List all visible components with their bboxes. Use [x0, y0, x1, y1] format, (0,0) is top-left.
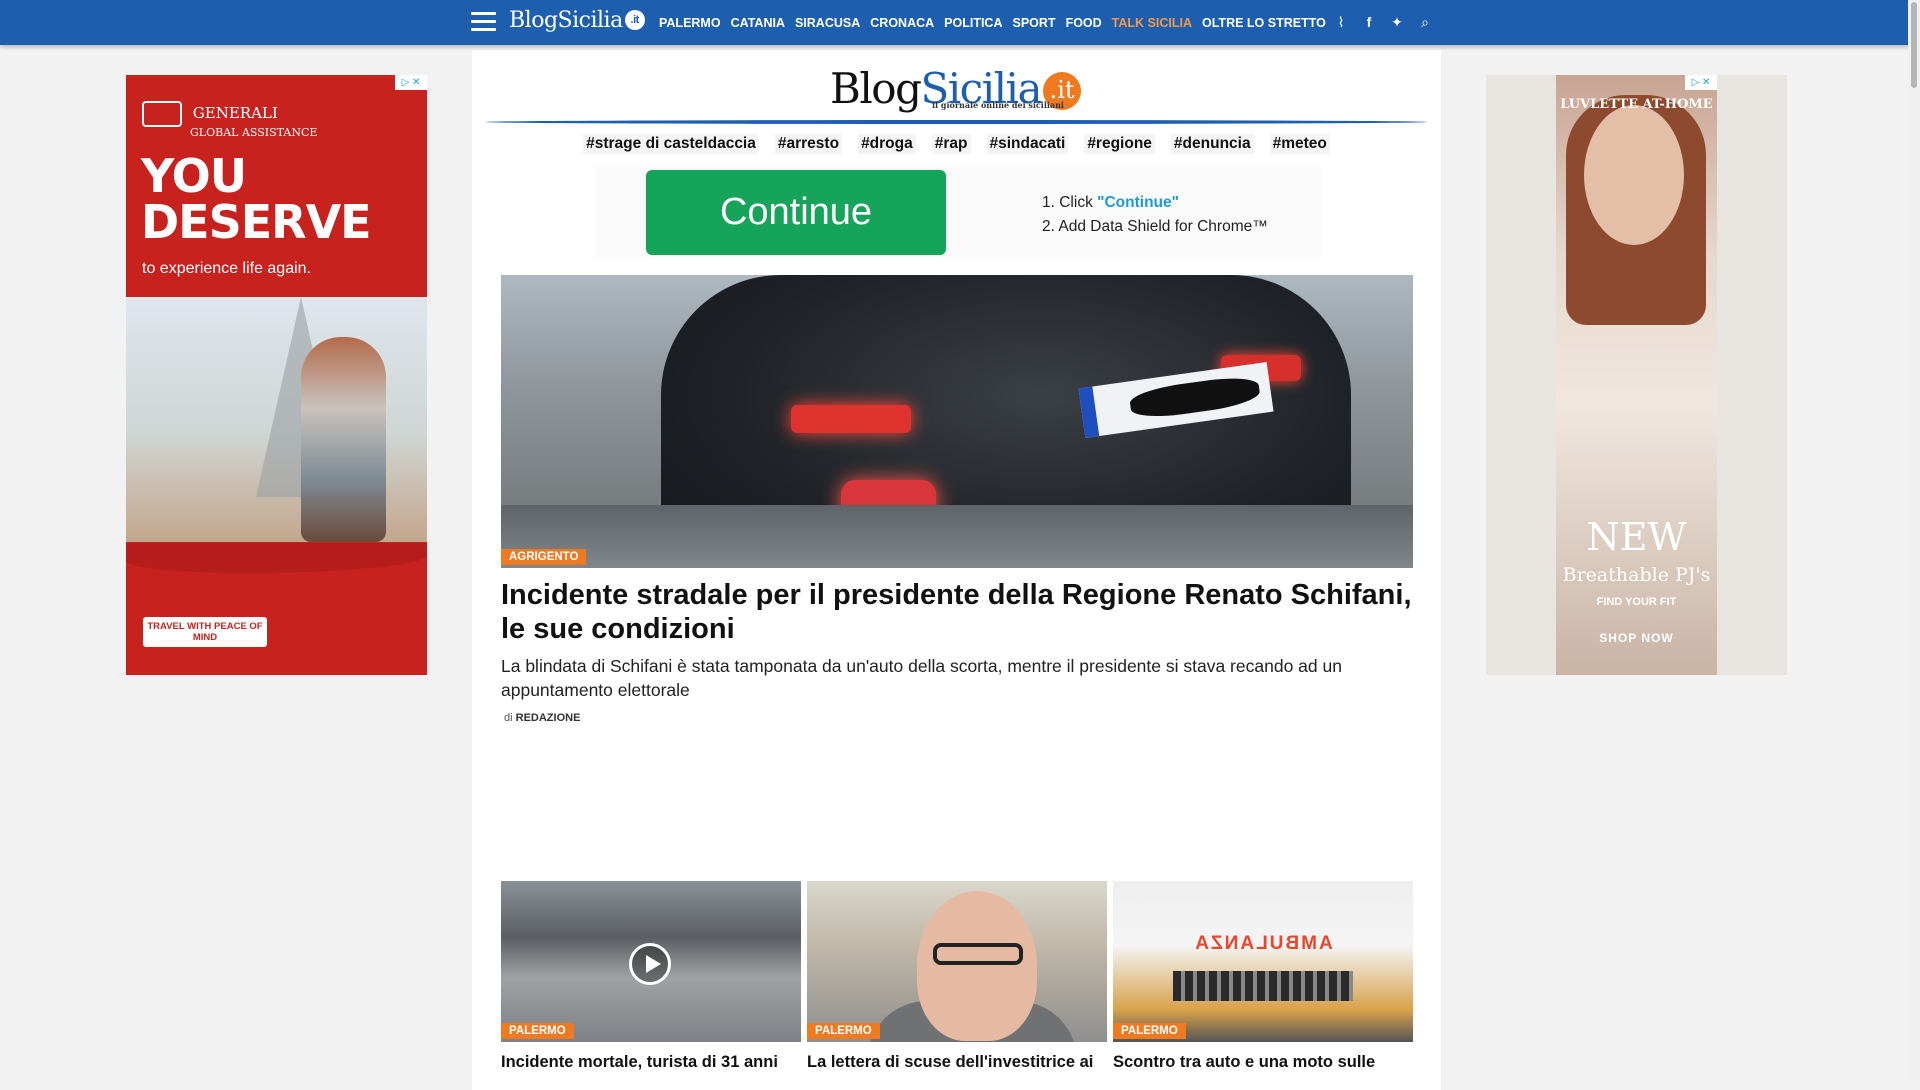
car-taillight-left	[791, 405, 911, 433]
ad-brand-logo: GENERALI GLOBAL ASSISTANCE	[142, 101, 317, 138]
menu-item-catania[interactable]: CATANIA	[731, 16, 785, 30]
ad-wave-shape	[126, 543, 427, 573]
tag-link[interactable]: #rap	[931, 134, 971, 154]
article-card[interactable]: PALERMO La lettera di scuse dell'investi…	[807, 881, 1107, 1072]
adchoices-icon[interactable]: ▷ ✕	[395, 75, 427, 90]
byline-author[interactable]: REDAZIONE	[516, 712, 581, 724]
ad-fit: FIND YOUR FIT	[1596, 596, 1677, 608]
ad-subline: to experience life again.	[142, 260, 311, 277]
ad-cta-button[interactable]: TRAVEL WITH PEACE OF MIND	[143, 617, 267, 647]
hero-lead: La blindata di Schifani è stata tamponat…	[501, 656, 1342, 700]
card-section-tag[interactable]: PALERMO	[501, 1023, 574, 1039]
menu-item-cronaca[interactable]: CRONACA	[870, 16, 934, 30]
banner-step-1: 1. Click "Continue"	[1042, 191, 1268, 215]
glasses-shape	[933, 943, 1023, 965]
ad-new-label: NEW	[1586, 515, 1687, 559]
hamburger-menu-icon[interactable]	[471, 12, 496, 32]
ad-shop-button[interactable]: SHOP NOW	[1556, 631, 1717, 645]
scrollbar-thumb[interactable]	[1911, 2, 1917, 88]
banner-steps: 1. Click "Continue" 2. Add Data Shield f…	[1042, 191, 1268, 239]
tag-link[interactable]: #droga	[858, 134, 916, 154]
hero-headline[interactable]: Incidente stradale per il presidente del…	[501, 578, 1413, 646]
couple-shape	[301, 337, 386, 542]
ad-panel: LUVLETTE AT-HOME NEW Breathable PJ's FIN…	[1556, 75, 1717, 675]
masthead-divider	[486, 120, 1427, 124]
generali-lion-icon	[142, 101, 182, 127]
step1-link[interactable]: "Continue"	[1097, 194, 1179, 211]
play-icon[interactable]	[629, 943, 671, 985]
man-face-shape	[917, 891, 1037, 1041]
menu-item-talk-sicilia[interactable]: TALK SICILIA	[1112, 16, 1192, 30]
menu-item-food[interactable]: FOOD	[1066, 16, 1102, 30]
card-section-tag[interactable]: PALERMO	[807, 1023, 880, 1039]
nav-logo[interactable]: BlogSicilia .it	[509, 8, 645, 33]
ambulance-text: AMBULANZA	[1193, 933, 1333, 954]
menu-item-siracusa[interactable]: SIRACUSA	[795, 16, 860, 30]
main-content: BlogSicilia .it il giornale online dei si…	[472, 50, 1441, 1090]
ad-photo-eiffel-couple	[126, 297, 427, 542]
road-shape	[501, 505, 1413, 568]
page-scrollbar[interactable]	[1908, 0, 1920, 1080]
tag-link[interactable]: #arresto	[774, 134, 843, 154]
tag-link[interactable]: #strage di casteldaccia	[583, 134, 759, 154]
ad-headline-line2: DESERVE	[141, 195, 372, 249]
plate-redaction	[1128, 373, 1262, 422]
article-card[interactable]: AMBULANZA PALERMO Scontro tra auto e una…	[1113, 881, 1413, 1072]
social-icons: ⌇ f ✦ ⌕	[1334, 14, 1432, 31]
menu-item-politica[interactable]: POLITICA	[944, 16, 1002, 30]
card-title[interactable]: Scontro tra auto e una moto sulle Madoni…	[1113, 1052, 1413, 1072]
tag-link[interactable]: #regione	[1084, 134, 1155, 154]
tag-link[interactable]: #denuncia	[1170, 134, 1254, 154]
menu-item-palermo[interactable]: PALERMO	[659, 16, 721, 30]
step1-prefix: 1. Click	[1042, 194, 1098, 211]
card-thumbnail: PALERMO	[807, 881, 1107, 1042]
rss-icon[interactable]: ⌇	[1334, 14, 1348, 31]
menu-item-sport[interactable]: SPORT	[1013, 16, 1056, 30]
ad-brand-line1: GENERALI	[192, 104, 278, 122]
menu-item-oltre-lo-stretto[interactable]: OLTRE LO STRETTO	[1202, 16, 1326, 30]
ad-product: Breathable PJ's	[1562, 564, 1711, 586]
top-nav-bar: BlogSicilia .it PALERMO CATANIA SIRACUSA …	[0, 0, 1920, 45]
facebook-icon[interactable]: f	[1362, 14, 1376, 31]
hero-byline: di REDAZIONE	[504, 712, 580, 724]
card-section-tag[interactable]: PALERMO	[1113, 1023, 1186, 1039]
left-advertisement[interactable]: ▷ ✕ GENERALI GLOBAL ASSISTANCE YOU DESER…	[126, 75, 427, 675]
trending-tags: #strage di casteldaccia #arresto #droga …	[472, 134, 1441, 154]
card-thumbnail: PALERMO	[501, 881, 801, 1042]
hero-image[interactable]: AGRIGENTO	[501, 275, 1413, 568]
ambulance-grille	[1173, 971, 1353, 1001]
adchoices-icon[interactable]: ▷ ✕	[1685, 75, 1717, 90]
tag-link[interactable]: #sindacati	[986, 134, 1069, 154]
masthead-tagline: il giornale online dei siciliani	[932, 100, 1064, 110]
article-cards: PALERMO Incidente mortale, turista di 31…	[501, 881, 1413, 1072]
continue-button[interactable]: Continue	[646, 170, 946, 255]
hero-section-tag[interactable]: AGRIGENTO	[501, 549, 587, 565]
nav-logo-text: BlogSicilia	[509, 8, 623, 33]
byline-prefix: di	[504, 712, 513, 724]
banner-step-2: 2. Add Data Shield for Chrome™	[1042, 218, 1268, 235]
ad-brand-line2: GLOBAL ASSISTANCE	[190, 126, 318, 139]
ad-headline: YOU DESERVE	[141, 149, 372, 249]
twitter-icon[interactable]: ✦	[1390, 14, 1404, 31]
banner-ad: Continue 1. Click "Continue" 2. Add Data…	[596, 167, 1321, 257]
search-icon[interactable]: ⌕	[1418, 14, 1432, 31]
right-advertisement[interactable]: LUVLETTE AT-HOME NEW Breathable PJ's FIN…	[1486, 75, 1787, 675]
card-title[interactable]: Incidente mortale, turista di 31 anni in…	[501, 1052, 801, 1072]
card-title[interactable]: La lettera di scuse dell'investitrice ai…	[807, 1052, 1107, 1072]
article-card[interactable]: PALERMO Incidente mortale, turista di 31…	[501, 881, 801, 1072]
nav-logo-tld: .it	[624, 10, 645, 30]
ad-brand: LUVLETTE AT-HOME	[1560, 97, 1713, 112]
main-menu: PALERMO CATANIA SIRACUSA CRONACA POLITIC…	[659, 16, 1326, 30]
model-face-shape	[1584, 105, 1684, 245]
card-thumbnail: AMBULANZA PALERMO	[1113, 881, 1413, 1042]
tag-link[interactable]: #meteo	[1269, 134, 1330, 154]
ad-headline-line1: YOU	[141, 149, 247, 203]
masthead-logo-blog: Blog	[830, 64, 922, 113]
